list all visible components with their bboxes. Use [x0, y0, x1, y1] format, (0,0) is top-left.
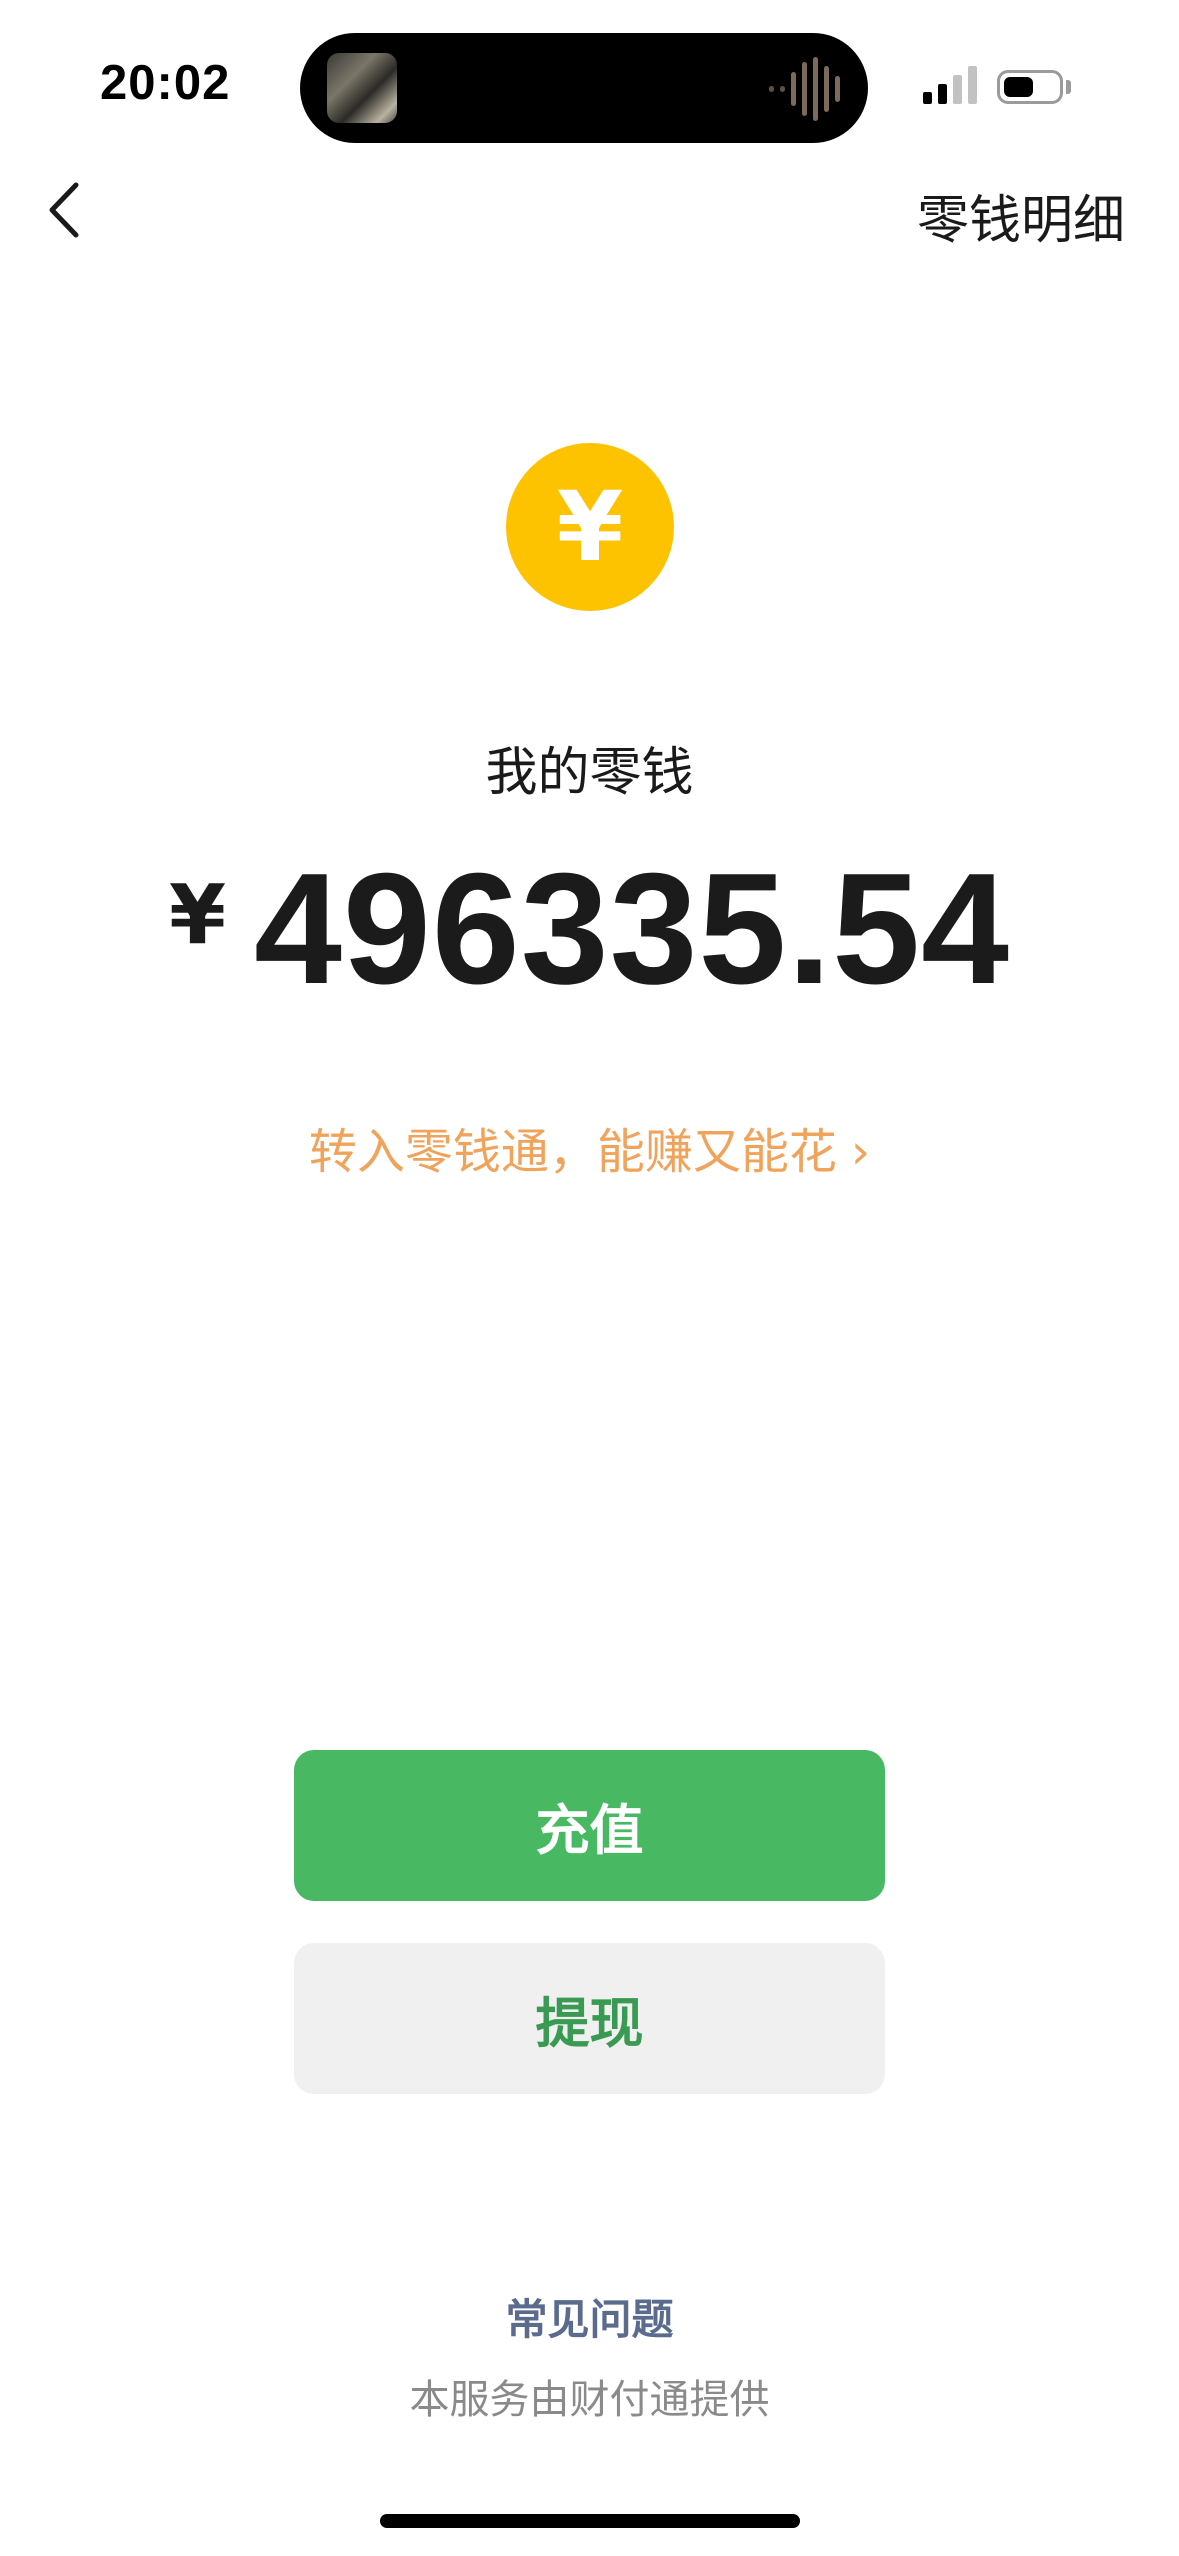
- back-button[interactable]: [40, 175, 100, 245]
- faq-link[interactable]: 常见问题: [0, 2286, 1179, 2347]
- home-indicator[interactable]: [380, 2514, 800, 2528]
- amount-value: 496335.54: [254, 841, 1010, 1017]
- battery-cap: [1066, 80, 1071, 94]
- status-time: 20:02: [100, 56, 231, 110]
- cellular-signal-icon: [923, 64, 977, 104]
- battery-icon: [997, 70, 1063, 104]
- topup-button[interactable]: 充值: [294, 1750, 885, 1901]
- yuan-coin-icon: ¥: [506, 443, 674, 611]
- balance-amount: ¥ 496335.54: [0, 850, 1179, 1008]
- dynamic-island[interactable]: [300, 33, 868, 143]
- promo-text: 转入零钱通，能赚又能花: [308, 1124, 837, 1180]
- chevron-left-icon: [49, 182, 79, 238]
- currency-symbol: ¥: [169, 868, 227, 963]
- wallet-screen: 20:02 零钱明细 ¥ 我的零钱 ¥ 496335.54 转入零钱通，能赚又能…: [0, 0, 1179, 2556]
- change-details-link[interactable]: 零钱明细: [917, 178, 1125, 253]
- service-provider-text: 本服务由财付通提供: [409, 2377, 770, 2423]
- lingqiantong-promo-link[interactable]: 转入零钱通，能赚又能花 ›: [0, 1112, 1179, 1182]
- audio-waveform-icon: [769, 57, 840, 121]
- withdraw-button[interactable]: 提现: [294, 1943, 885, 2094]
- chevron-right-icon: ›: [850, 1124, 871, 1180]
- now-playing-artwork[interactable]: [327, 53, 397, 123]
- balance-title: 我的零钱: [485, 743, 694, 803]
